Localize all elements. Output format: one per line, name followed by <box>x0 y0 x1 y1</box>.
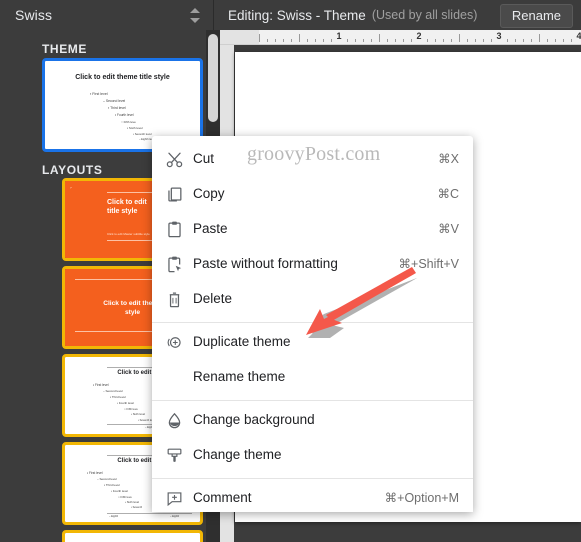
menu-item-label: Change theme <box>193 447 282 462</box>
menu-item-duplicate-theme[interactable]: Duplicate theme <box>152 325 473 360</box>
editing-label: Editing: Swiss - Theme <box>228 7 366 23</box>
menu-item-label: Comment <box>193 490 252 505</box>
clipboard-cursor-icon <box>165 255 184 274</box>
thumb-title: Click to edit theme title style <box>75 74 170 81</box>
comment-plus-icon <box>165 489 184 508</box>
top-bar: Swiss Editing: Swiss - Theme (Used by al… <box>0 0 581 30</box>
menu-item-label: Paste without formatting <box>193 256 338 271</box>
thumb-level: • Fourth level <box>117 401 134 405</box>
thumb-level: – Second level <box>97 477 117 481</box>
theme-selector-panel: Swiss <box>0 0 214 30</box>
menu-item-comment[interactable]: Comment ⌘+Option+M <box>152 481 473 516</box>
thumb-level: ▪ Third level <box>110 395 126 399</box>
theme-name-label: Swiss <box>15 7 53 23</box>
thumb-level: – Second level <box>103 389 123 393</box>
thumb-level: • Seventh <box>131 506 143 509</box>
menu-item-paste-without-formatting[interactable]: Paste without formatting ⌘+Shift+V <box>152 247 473 282</box>
thumb-level: • Seventh level <box>133 132 152 136</box>
ruler-number: 3 <box>496 31 502 41</box>
thumb-level: ▪ First level <box>90 92 108 96</box>
menu-item-accel: ⌘V <box>438 222 459 236</box>
up-down-chevron-icon[interactable] <box>189 8 201 23</box>
google-slides-theme-editor: Swiss Editing: Swiss - Theme (Used by al… <box>0 0 581 542</box>
horizontal-ruler[interactable]: 1 2 3 4 <box>220 30 581 45</box>
copy-icon <box>165 185 184 204</box>
layouts-section-label: LAYOUTS <box>42 163 103 177</box>
thumb-level: ○ Fifth level <box>118 495 133 499</box>
menu-item-accel: ⌘C <box>437 187 459 201</box>
sidebar-scrollbar-thumb[interactable] <box>208 34 218 122</box>
menu-item-label: Change background <box>193 412 315 427</box>
thumb-corner-mark: ⌐ <box>70 185 73 190</box>
thumb-level: ▪ First level <box>87 471 103 475</box>
menu-item-paste[interactable]: Paste ⌘V <box>152 212 473 247</box>
menu-item-delete[interactable]: Delete <box>152 282 473 317</box>
clipboard-icon <box>165 220 184 239</box>
thumb-level: ▪ Sixth level <box>127 126 143 130</box>
thumb-subtitle: Click to edit Master subtitle style <box>107 232 150 236</box>
layout-thumbnail-title-only[interactable]: Click to edit theme <box>62 530 203 542</box>
rename-button[interactable]: Rename <box>499 4 573 28</box>
menu-item-label: Copy <box>193 186 225 201</box>
ruler-corner <box>220 30 234 45</box>
ruler-number: 2 <box>416 31 422 41</box>
menu-separator <box>152 322 473 323</box>
thumb-level: – Eighth <box>109 515 119 518</box>
thumb-level: ▪ First level <box>93 383 109 387</box>
scissors-icon <box>165 150 184 169</box>
paintbrush-icon <box>165 446 184 465</box>
editing-sublabel: (Used by all slides) <box>371 8 478 22</box>
menu-item-label: Duplicate theme <box>193 334 291 349</box>
editing-status: Editing: Swiss - Theme (Used by all slid… <box>228 0 477 30</box>
menu-item-cut[interactable]: Cut ⌘X <box>152 142 473 177</box>
thumb-level: ▪ Third level <box>108 106 126 110</box>
menu-item-change-background[interactable]: Change background <box>152 403 473 438</box>
menu-item-accel: ⌘+Shift+V <box>398 257 459 271</box>
menu-item-label: Paste <box>193 221 228 236</box>
thumb-level: ▪ Sixth level <box>131 413 145 416</box>
menu-item-rename-theme[interactable]: Rename theme <box>152 360 473 395</box>
theme-section-label: THEME <box>42 42 87 56</box>
context-menu[interactable]: groovyPost.com Cut ⌘X Copy ⌘C Paste ⌘V P… <box>152 136 473 512</box>
ruler-number: 4 <box>576 31 581 41</box>
thumb-level: – Second level <box>103 99 126 103</box>
ruler-offslide-region <box>234 30 259 45</box>
menu-item-copy[interactable]: Copy ⌘C <box>152 177 473 212</box>
menu-item-label: Delete <box>193 291 233 306</box>
thumb-level: ○ Fifth level <box>121 120 137 124</box>
thumb-level: • Fourth level <box>115 113 134 117</box>
trash-icon <box>165 290 184 309</box>
menu-item-change-theme[interactable]: Change theme <box>152 438 473 473</box>
menu-item-label: Rename theme <box>193 369 286 384</box>
menu-item-label: Cut <box>193 151 215 166</box>
ruler-number: 1 <box>336 31 342 41</box>
thumb-level: ▪ Sixth level <box>125 501 139 504</box>
thumb-level: ○ Fifth level <box>124 407 139 411</box>
duplicate-theme-icon <box>165 333 184 352</box>
menu-separator <box>152 400 473 401</box>
menu-item-accel: ⌘+Option+M <box>384 491 459 505</box>
menu-separator <box>152 478 473 479</box>
thumb-level: ▪ Third level <box>104 483 120 487</box>
droplet-icon <box>165 411 184 430</box>
thumb-level: • Fourth level <box>111 489 128 493</box>
menu-item-accel: ⌘X <box>438 152 459 166</box>
